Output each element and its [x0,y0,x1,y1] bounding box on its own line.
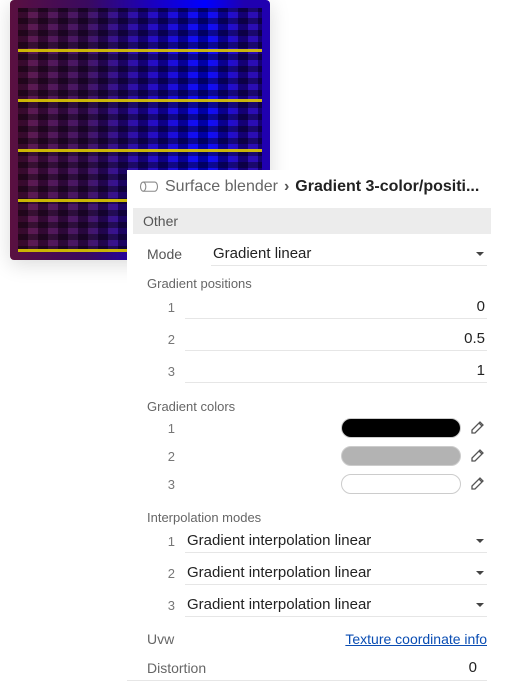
color-idx-3: 3 [155,477,175,492]
color-idx-1: 1 [155,421,175,436]
mode-label: Mode [147,246,201,262]
pos-input-2[interactable]: 0.5 [185,327,487,351]
pos-idx-3: 3 [155,364,175,379]
pos-input-1[interactable]: 0 [185,295,487,319]
pos-idx-1: 1 [155,300,175,315]
pencil-icon[interactable] [469,419,487,437]
pencil-icon[interactable] [469,447,487,465]
distortion-value[interactable]: 0 [469,659,477,676]
mode-select[interactable]: Gradient linear [211,242,487,266]
color-swatch-1[interactable] [341,418,461,438]
interpolation-modes-label: Interpolation modes [127,498,497,525]
gradient-colors-label: Gradient colors [127,387,497,414]
gradient-positions-label: Gradient positions [127,270,497,291]
distortion-label: Distortion [137,660,206,676]
chevron-down-icon [475,536,485,546]
texture-coordinate-link[interactable]: Texture coordinate info [345,631,487,647]
surface-blender-icon [139,179,159,195]
pencil-icon[interactable] [469,475,487,493]
color-idx-2: 2 [155,449,175,464]
interp-idx-2: 2 [155,566,175,581]
chevron-down-icon [475,249,485,259]
interp-value-1: Gradient interpolation linear [187,532,371,549]
interp-value-2: Gradient interpolation linear [187,564,371,581]
uvw-label: Uvw [147,631,174,647]
breadcrumb-current: Gradient 3-color/positi... [295,178,487,196]
interp-select-3[interactable]: Gradient interpolation linear [185,593,487,617]
interp-select-2[interactable]: Gradient interpolation linear [185,561,487,585]
pos-idx-2: 2 [155,332,175,347]
section-header-other: Other [133,208,491,234]
pos-input-3[interactable]: 1 [185,359,487,383]
interp-select-1[interactable]: Gradient interpolation linear [185,529,487,553]
breadcrumb-parent[interactable]: Surface blender [165,178,278,196]
color-swatch-3[interactable] [341,474,461,494]
chevron-down-icon [475,568,485,578]
interp-idx-3: 3 [155,598,175,613]
mode-value: Gradient linear [213,245,311,262]
interp-idx-1: 1 [155,534,175,549]
properties-panel: Surface blender › Gradient 3-color/posit… [127,170,497,681]
breadcrumb-separator: › [284,178,289,196]
color-swatch-2[interactable] [341,446,461,466]
breadcrumb: Surface blender › Gradient 3-color/posit… [127,170,497,204]
chevron-down-icon [475,600,485,610]
interp-value-3: Gradient interpolation linear [187,596,371,613]
